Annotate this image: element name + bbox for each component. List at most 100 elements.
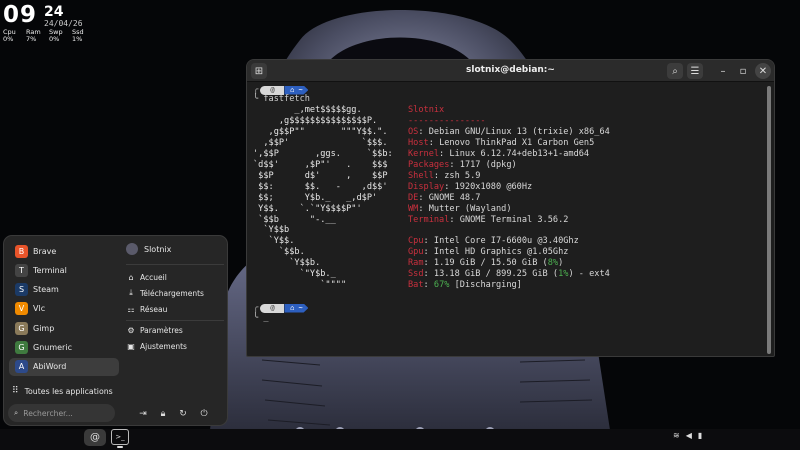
gimp-icon: G	[15, 321, 28, 335]
info-line: Cpu: Intel Core I7-6600u @3.40Ghz	[408, 236, 579, 247]
info-lines: OS: Debian GNU/Linux 13 (trixie) x86_64 …	[408, 127, 610, 225]
terminal-output[interactable]: ╭ @ ⌂ ~ ╰ fastfetch _,met$$$$$gg. ,g$$$$…	[253, 83, 765, 353]
input-line[interactable]: ╰ _	[253, 313, 269, 324]
app-label: Steam	[33, 285, 59, 295]
stat-ssd: Ssd 1%	[72, 28, 84, 43]
maximize-button[interactable]: ▫	[735, 63, 751, 79]
debian-menu-button[interactable]: @	[84, 429, 106, 446]
place-label: Ajustements	[140, 341, 187, 351]
all-apps-label: Toutes les applications	[24, 386, 113, 396]
gear-icon: ⚙	[127, 325, 135, 335]
menu-button[interactable]: ☰	[687, 63, 703, 79]
gnumeric-icon: G	[15, 341, 28, 354]
terminal-icon: >_	[115, 433, 125, 441]
stat-cpu: Cpu 0%	[3, 28, 16, 43]
running-indicator	[117, 446, 123, 448]
prompt-line-2: ╭ @ ⌂ ~	[253, 303, 309, 313]
app-gimp[interactable]: G Gimp	[9, 319, 119, 337]
conky-widget: 09 24 24/04/26 Cpu 0% Ram 7% Swp 0% Ssd 1%	[3, 2, 88, 43]
app-steam[interactable]: S Steam	[9, 281, 119, 299]
place-parametres[interactable]: ⚙ Paramètres	[126, 323, 183, 337]
app-terminal[interactable]: T Terminal	[9, 261, 119, 279]
home-icon: ⌂	[128, 272, 134, 282]
text-cursor: _	[263, 313, 269, 323]
user-name: Slotnix	[144, 244, 172, 254]
stat-ram: Ram 7%	[26, 28, 41, 43]
prompt-directory: ⌂ ~	[284, 303, 309, 313]
app-label: AbiWord	[33, 362, 67, 372]
stat-swap: Swp 0%	[49, 28, 63, 43]
scrollbar[interactable]	[767, 86, 771, 354]
lock-icon[interactable]: 🔒︎	[157, 408, 169, 420]
place-label: Téléchargements	[140, 288, 204, 298]
place-label: Paramètres	[140, 325, 183, 335]
restart-icon[interactable]: ↻	[177, 408, 189, 420]
debian-swirl-icon: @	[90, 432, 100, 443]
user-account[interactable]: Slotnix	[126, 243, 171, 255]
app-label: Terminal	[33, 265, 67, 275]
tweaks-icon: ▣	[127, 341, 135, 351]
clock-minute: 24	[44, 4, 64, 20]
abiword-icon: A	[15, 360, 28, 374]
wifi-icon[interactable]: ≋	[673, 431, 680, 440]
info-line: Terminal: GNOME Terminal 3.56.2	[408, 214, 569, 225]
debian-ascii-logo: _,met$$$$$gg. ,g$$$$$$$$$$$$$$$P. ,g$$P"…	[253, 105, 393, 291]
info-lines-hardware: Cpu: Intel Core I7-6600u @3.40Ghz Gpu: I…	[408, 236, 579, 257]
volume-icon[interactable]: ◀	[686, 431, 692, 440]
divider	[126, 320, 224, 321]
app-brave[interactable]: B Brave	[9, 242, 119, 260]
debian-icon: @	[260, 303, 285, 313]
battery-icon[interactable]: ▮	[698, 431, 702, 440]
hamburger-icon: ☰	[690, 65, 700, 77]
info-line: DE: GNOME 48.7	[408, 192, 481, 203]
grid-icon: ⠿	[12, 386, 19, 396]
maximize-icon: ▫	[739, 65, 747, 77]
place-reseau[interactable]: ⚏ Réseau	[126, 302, 167, 316]
search-placeholder: Rechercher...	[23, 408, 73, 418]
all-apps-button[interactable]: ⠿ Toutes les applications	[12, 386, 113, 396]
search-button[interactable]: ⌕	[667, 63, 683, 79]
app-label: Brave	[33, 246, 57, 256]
place-telechargements[interactable]: ⤓ Téléchargements	[126, 286, 204, 300]
close-icon: ✕	[758, 65, 768, 77]
info-battery: Bat: 67% [Discharging]	[408, 280, 522, 291]
minimize-button[interactable]: –	[715, 63, 731, 79]
info-line: OS: Debian GNU/Linux 13 (trixie) x86_64	[408, 126, 610, 137]
app-menu: B Brave T Terminal S Steam V Vlc G Gimp G Gnumeric A…	[3, 235, 228, 426]
place-label: Réseau	[140, 304, 168, 314]
search-icon: ⌕	[14, 408, 19, 417]
info-line: Gpu: Intel HD Graphics @1.05Ghz	[408, 247, 569, 258]
logout-icon[interactable]: ⇥	[137, 408, 149, 420]
command-line: ╰ fastfetch	[253, 94, 310, 104]
info-line: Display: 1920x1080 @60Hz	[408, 181, 533, 192]
info-line: WM: Mutter (Wayland)	[408, 203, 512, 214]
brave-icon: B	[15, 244, 28, 258]
info-separator: ---------------	[408, 115, 486, 126]
power-icon[interactable]: ⏻	[198, 408, 210, 420]
app-abiword[interactable]: A AbiWord	[9, 357, 119, 376]
info-hostname: Slotnix	[408, 105, 445, 115]
terminal-titlebar[interactable]: ⊞ slotnix@debian:~ ⌕ ☰ – ▫ ✕	[247, 60, 774, 82]
place-ajustements[interactable]: ▣ Ajustements	[126, 339, 187, 353]
dock-terminal-button[interactable]: >_	[111, 429, 129, 445]
search-icon: ⌕	[672, 65, 678, 77]
app-label: Gimp	[33, 323, 55, 333]
clock-date: 24/04/26	[44, 19, 83, 28]
info-ram: Ram: 1.19 GiB / 15.50 GiB (8%)	[408, 258, 564, 269]
info-line: Kernel: Linux 6.12.74+deb13+1-amd64	[408, 148, 590, 159]
clock-hour: 09	[3, 2, 38, 28]
terminal-window[interactable]: ⊞ slotnix@debian:~ ⌕ ☰ – ▫ ✕ ╭ @ ⌂ ~ ╰ f…	[246, 59, 775, 357]
search-input[interactable]: ⌕ Rechercher...	[8, 404, 115, 422]
close-button[interactable]: ✕	[755, 63, 771, 79]
steam-icon: S	[15, 283, 28, 297]
place-accueil[interactable]: ⌂ Accueil	[126, 270, 167, 284]
place-label: Accueil	[140, 272, 167, 282]
app-gnumeric[interactable]: G Gnumeric	[9, 339, 119, 357]
app-label: Gnumeric	[33, 343, 72, 352]
system-info: Slotnix --------------- OS: Debian GNU/L…	[408, 105, 610, 291]
app-vlc[interactable]: V Vlc	[9, 300, 119, 318]
system-tray[interactable]: ≋ ◀ ▮	[673, 431, 702, 440]
info-line: Host: Lenovo ThinkPad X1 Carbon Gen5	[408, 137, 595, 148]
terminal-icon: T	[15, 263, 28, 277]
minimize-icon: –	[720, 65, 726, 77]
